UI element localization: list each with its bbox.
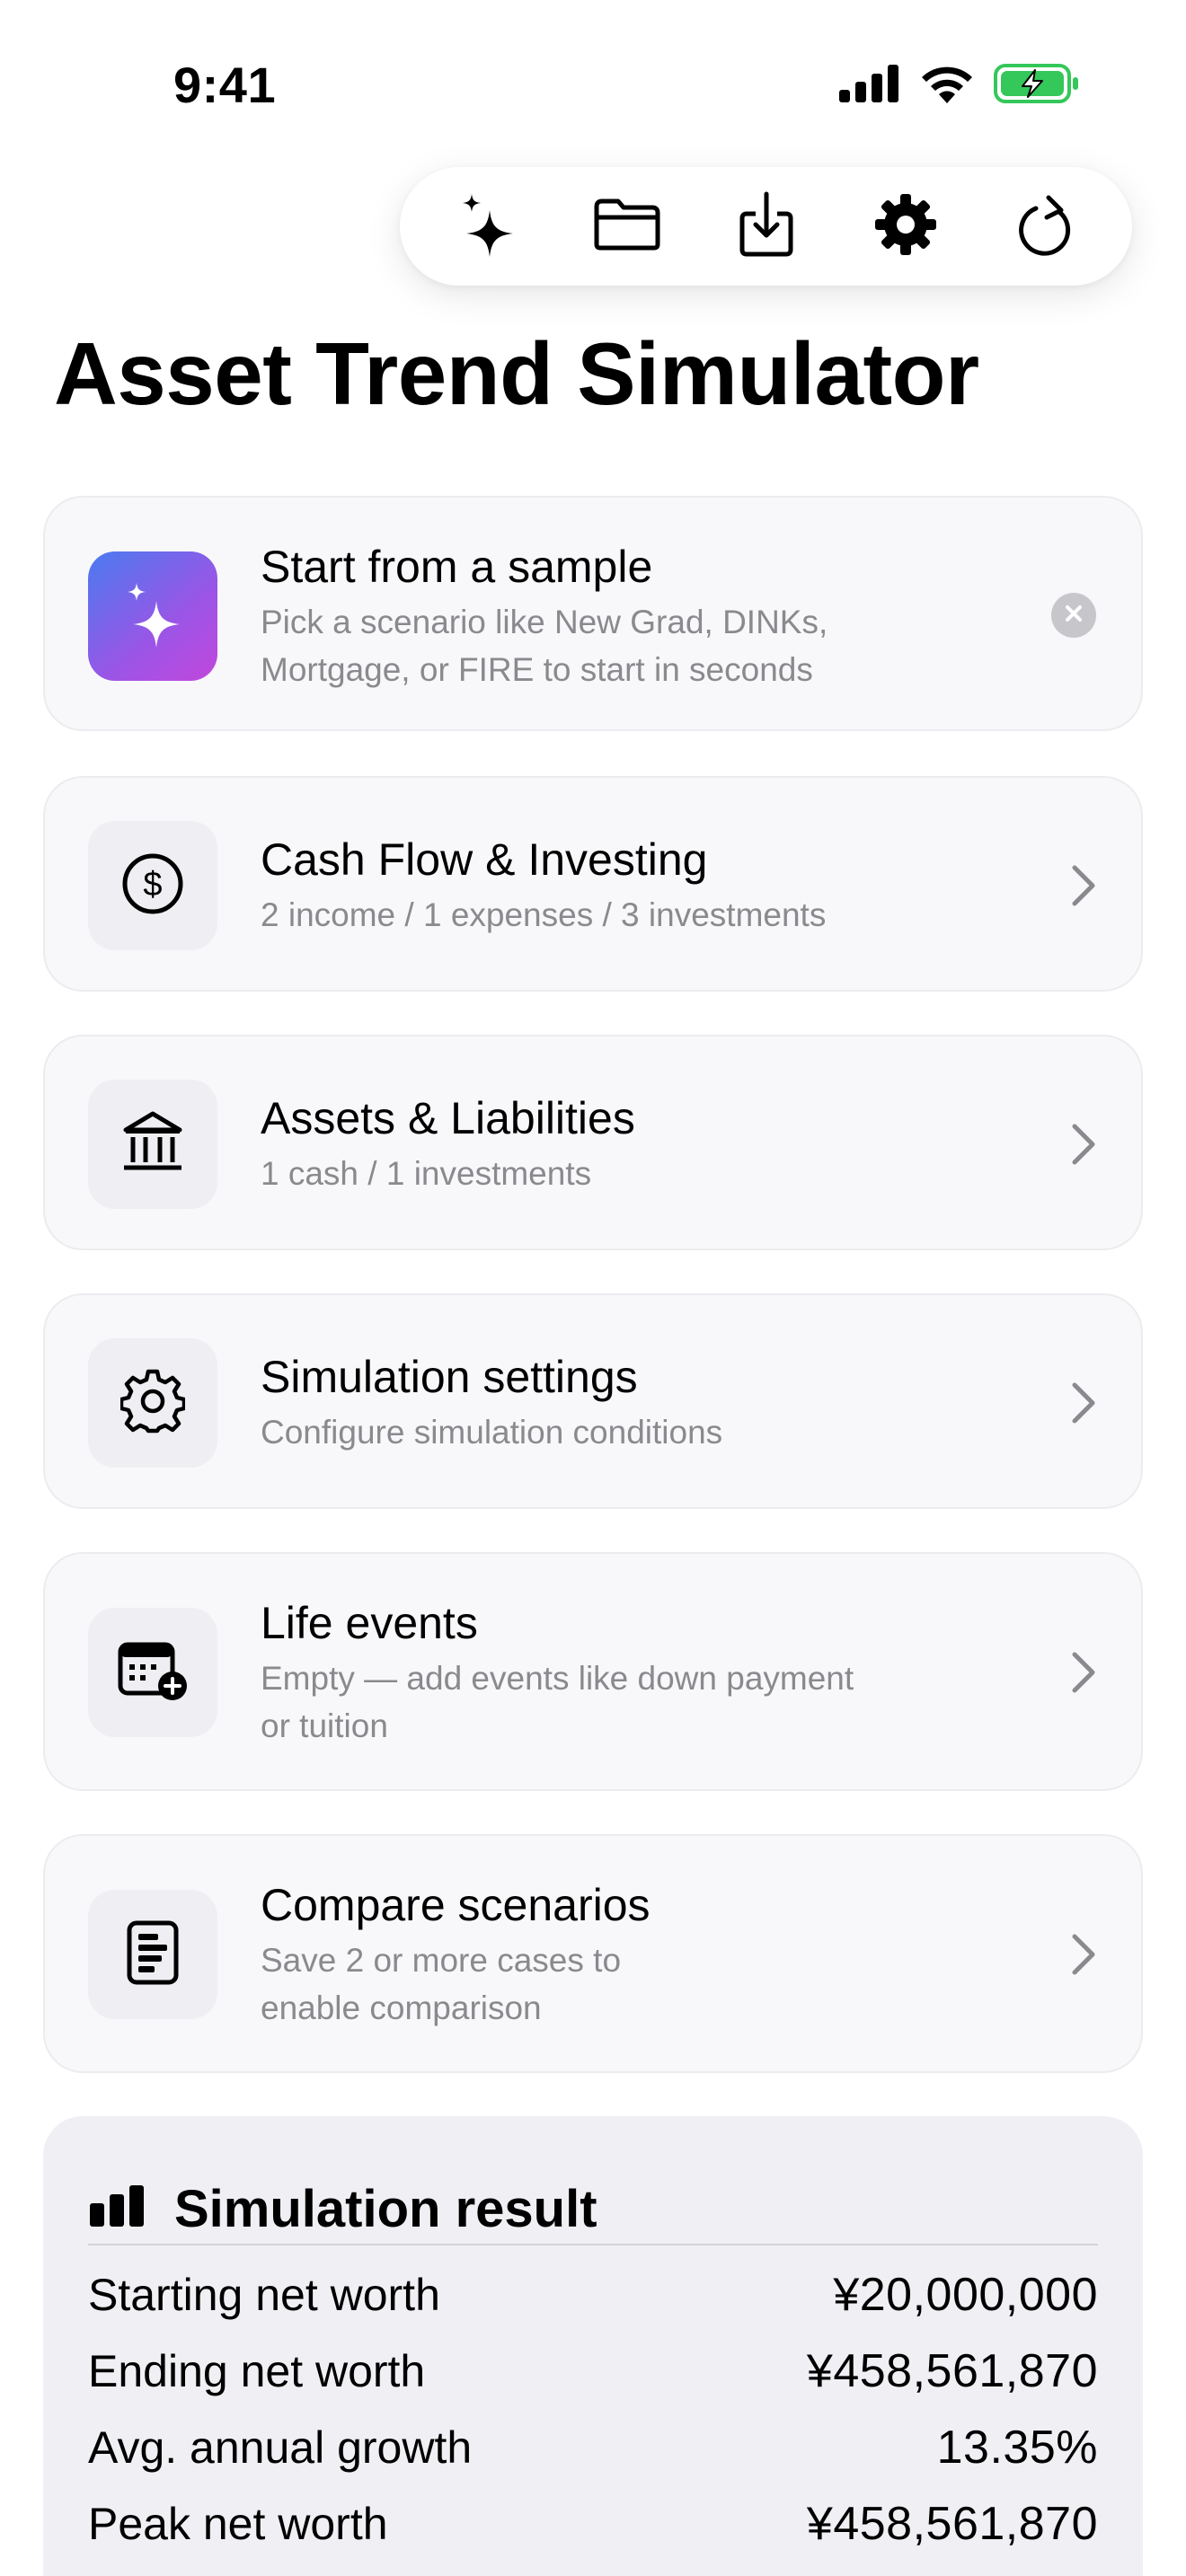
sample-card-subtitle: Pick a scenario like New Grad, DINKs, [261,604,828,640]
chevron-right-icon [1066,1378,1102,1428]
calendar-add-icon [117,1639,189,1707]
life-events-card-subtitle-2: or tuition [261,1707,388,1744]
sparkles-icon [124,579,181,654]
assets-card-title: Assets & Liabilities [261,1093,635,1143]
cash-flow-card[interactable]: $ Cash Flow & Investing 2 income / 1 exp… [43,776,1143,992]
sample-card-title: Start from a sample [261,542,653,592]
cellular-signal-icon [839,65,900,107]
gear-icon [119,1369,187,1438]
cash-flow-card-icon: $ [88,821,217,950]
life-events-card-subtitle: Empty — add events like down payment [261,1660,854,1697]
sample-card-icon [88,551,217,681]
settings-card-title: Simulation settings [261,1352,638,1402]
compare-scenarios-card[interactable]: Compare scenarios Save 2 or more cases t… [43,1834,1143,2073]
chevron-right-icon [1066,1929,1102,1980]
folder-icon [593,198,661,256]
life-events-card-icon [88,1608,217,1737]
simulation-result-panel: Simulation result Starting net worth ¥20… [43,2116,1143,2576]
life-events-card-title: Life events [261,1598,478,1648]
result-label: Ending net worth [88,2346,426,2396]
cash-flow-card-subtitle: 2 income / 1 expenses / 3 investments [261,896,827,933]
sparkles-icon [459,190,517,263]
page-title: Asset Trend Simulator [54,324,979,423]
result-value: ¥458,561,870 [806,2498,1098,2550]
result-divider [88,2244,1098,2245]
result-value: ¥458,561,870 [806,2345,1098,2397]
battery-charging-icon [994,63,1080,109]
dismiss-sample-button[interactable] [1051,593,1096,638]
status-icons [839,63,1080,109]
compare-card-text: Compare scenarios Save 2 or more cases t… [261,1877,1006,2032]
result-row: Ending net worth ¥458,561,870 [88,2340,1098,2403]
toolbar [400,167,1132,286]
status-bar: 9:41 [0,0,1186,171]
assets-liabilities-card[interactable]: Assets & Liabilities 1 cash / 1 investme… [43,1035,1143,1250]
chevron-right-icon [1066,1647,1102,1698]
settings-card-text: Simulation settings Configure simulation… [261,1349,1006,1456]
refresh-button[interactable] [996,177,1094,276]
download-icon [738,190,795,263]
sample-card-text: Start from a sample Pick a scenario like… [261,539,1006,693]
result-value: ¥20,000,000 [833,2269,1098,2321]
chevron-right-icon [1066,1119,1102,1169]
result-title: Simulation result [174,2180,597,2238]
gear-icon [873,192,938,261]
assets-card-text: Assets & Liabilities 1 cash / 1 investme… [261,1090,1006,1197]
compare-card-icon [88,1890,217,2019]
result-label: Avg. annual growth [88,2422,473,2473]
compare-card-subtitle: Save 2 or more cases to [261,1942,622,1979]
document-list-icon [126,1919,180,1990]
simulation-settings-card[interactable]: Simulation settings Configure simulation… [43,1293,1143,1509]
download-button[interactable] [717,177,816,276]
dollar-circle-icon: $ [121,852,184,920]
result-value: 13.35% [936,2422,1098,2474]
cash-flow-card-title: Cash Flow & Investing [261,834,708,885]
bank-icon [120,1110,185,1179]
result-row: Starting net worth ¥20,000,000 [88,2263,1098,2326]
bar-chart-icon [88,2185,147,2233]
result-label: Peak net worth [88,2499,388,2549]
chevron-right-icon [1066,860,1102,911]
settings-card-icon [88,1338,217,1468]
refresh-icon [1016,192,1074,261]
close-icon [1064,604,1084,628]
result-header: Simulation result [88,2179,597,2239]
assets-card-subtitle: 1 cash / 1 investments [261,1155,592,1192]
compare-card-subtitle-2: enable comparison [261,1989,542,2026]
result-row: Peak net worth ¥458,561,870 [88,2492,1098,2555]
assets-card-icon [88,1080,217,1209]
svg-text:$: $ [143,866,162,904]
status-time: 9:41 [173,57,277,113]
result-row: Avg. annual growth 13.35% [88,2416,1098,2479]
settings-card-subtitle: Configure simulation conditions [261,1414,723,1451]
sparkles-button[interactable] [438,177,537,276]
result-label: Starting net worth [88,2270,440,2320]
cash-flow-card-text: Cash Flow & Investing 2 income / 1 expen… [261,832,1006,939]
sample-card-subtitle-2: Mortgage, or FIRE to start in seconds [261,651,813,688]
life-events-card[interactable]: Life events Empty — add events like down… [43,1552,1143,1791]
wifi-icon [920,64,974,108]
settings-button[interactable] [856,177,955,276]
life-events-card-text: Life events Empty — add events like down… [261,1595,1006,1750]
folder-button[interactable] [578,177,677,276]
compare-card-title: Compare scenarios [261,1880,651,1930]
sample-card[interactable]: Start from a sample Pick a scenario like… [43,496,1143,731]
